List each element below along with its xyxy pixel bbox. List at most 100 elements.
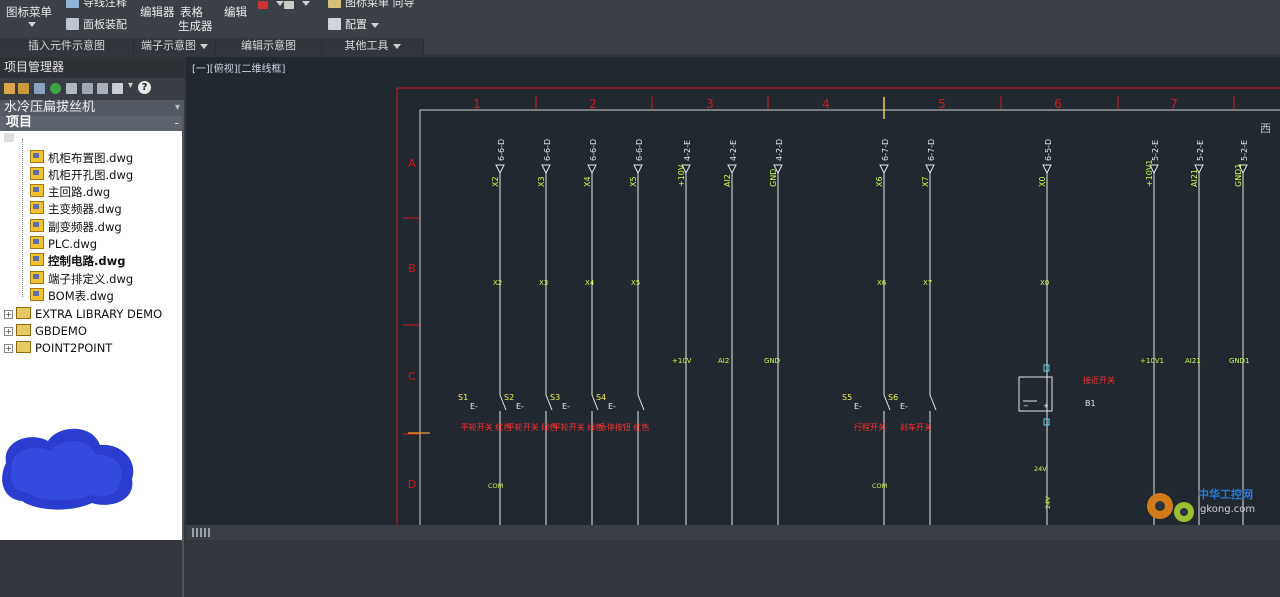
wire-arrow-icon [1042, 164, 1052, 175]
wire-tag: AI2 [723, 174, 732, 187]
wire-reference: 5-2-E [1196, 140, 1205, 161]
edit-button[interactable]: 编辑 [224, 4, 247, 20]
dwg-file-icon [30, 150, 44, 163]
open-project-icon[interactable] [4, 83, 15, 94]
switch-label: 平轮开关 绿色 [553, 422, 604, 432]
properties-icon[interactable] [34, 83, 45, 94]
watermark-title: 中华工控网 [1198, 487, 1253, 501]
wire-reference: 6-6-D [589, 139, 598, 161]
tree-project-item[interactable]: + GBDEMO [4, 323, 87, 340]
project-icon [16, 324, 31, 336]
project-section-header[interactable]: 项目 - [0, 115, 184, 131]
wire-reference: 6-6-D [497, 139, 506, 161]
wire-arrow-icon [541, 164, 551, 175]
editor-button[interactable]: 编辑器 [140, 4, 175, 20]
chevron-down-icon[interactable]: ▾ [128, 80, 133, 91]
wire-arrow-icon [727, 164, 737, 175]
tree-file-item[interactable]: 副变频器.dwg [30, 219, 122, 236]
dwg-file-icon [30, 167, 44, 180]
panel-title: 编辑示意图 [216, 38, 322, 54]
wire-low-tag: GND [764, 357, 780, 365]
wire-annotation-button[interactable]: 导线注释 [66, 0, 127, 10]
project-root-icon [4, 133, 14, 142]
wire-reference: 6-7-D [881, 139, 890, 161]
tree-file-item-active[interactable]: 控制电路.dwg [30, 253, 125, 270]
help-icon[interactable]: ? [138, 81, 151, 94]
switch-symbol: E- [900, 402, 908, 411]
tree-file-item[interactable]: 主变频器.dwg [30, 201, 122, 218]
project-toolbar: ▾ ? [0, 78, 184, 100]
panel-assembly-button[interactable]: 面板装配 [66, 16, 127, 32]
filter-icon [284, 1, 294, 9]
icon-menu-dropdown[interactable] [24, 17, 36, 31]
chevron-down-icon [276, 1, 284, 6]
wire-annotation-icon [66, 0, 79, 8]
refresh-icon[interactable] [50, 83, 61, 94]
plot-icon[interactable] [97, 83, 108, 94]
delete-tool-button[interactable] [258, 0, 284, 10]
wire-reference: 4-2-D [775, 139, 784, 161]
switch-label: 行程开关 [854, 422, 886, 432]
wire-reference: 6-6-D [543, 139, 552, 161]
com-tag: COM [872, 482, 887, 490]
panel-title-other[interactable]: 其他工具 [322, 38, 424, 54]
project-select[interactable]: 水冷压扁拔丝机 ▾ [0, 100, 184, 116]
watermark-url: gkong.com [1200, 504, 1255, 515]
dwg-file-icon [30, 288, 44, 301]
chevron-down-icon [371, 22, 379, 28]
project-select-value: 水冷压扁拔丝机 [4, 100, 96, 115]
tree-project-item[interactable]: + EXTRA LIBRARY DEMO [4, 306, 162, 323]
tree-file-item[interactable]: 主回路.dwg [30, 184, 110, 201]
wire-tag: X6 [875, 176, 884, 187]
switch-label: 平轮开关 绿色 [507, 422, 558, 432]
drawing-edge-text: 西 [1260, 122, 1271, 135]
expand-icon[interactable]: + [4, 310, 13, 319]
switch-label: 急停按钮 红色 [599, 422, 650, 432]
drag-grip[interactable] [192, 528, 212, 537]
publish-icon[interactable] [82, 83, 93, 94]
wire-arrow-icon [495, 164, 505, 175]
wire-low-tag: GND1 [1229, 357, 1250, 365]
switch-id: S1 [458, 393, 468, 402]
tree-file-item[interactable]: 机柜布置图.dwg [30, 150, 133, 167]
tree-file-item[interactable]: BOM表.dwg [30, 288, 114, 305]
panel-edit-schematic: 编辑 编辑示意图 [216, 0, 322, 54]
chevron-down-icon [302, 1, 310, 6]
wire-tag: X0 [1038, 176, 1047, 187]
expand-icon[interactable]: + [4, 344, 13, 353]
project-icon [16, 307, 31, 319]
switch-symbol: E- [470, 402, 478, 411]
generator-button[interactable]: 生成器 [178, 18, 213, 34]
config-button[interactable]: 配置 [328, 16, 379, 32]
wire-tag: X7 [921, 176, 930, 187]
wire-tag: GND1 [1234, 164, 1243, 187]
tree-project-item[interactable]: + POINT2POINT [4, 340, 112, 357]
wire-tag: X5 [629, 176, 638, 187]
wire-tag: X3 [537, 176, 546, 187]
wire-arrow-icon [925, 164, 935, 175]
tree-file-item[interactable]: 机柜开孔图.dwg [30, 167, 133, 184]
task-list-icon[interactable] [112, 83, 123, 94]
delete-icon [258, 1, 268, 9]
tree-file-item[interactable]: PLC.dwg [30, 236, 97, 253]
wire-tag: X2 [491, 176, 500, 187]
viewport-control[interactable]: [一][俯视][二维线框] [192, 60, 285, 75]
column-number: 4 [822, 97, 830, 111]
switch-id: S3 [550, 393, 560, 402]
tree-file-item[interactable]: 端子排定义.dwg [30, 271, 133, 288]
project-tree-scrollbar[interactable] [182, 114, 184, 597]
column-number: 1 [473, 97, 481, 111]
icon-menu-wizard-button[interactable]: 图标菜单 向导 [328, 0, 415, 10]
project-manager: 项目管理器 ▾ ? 水冷压扁拔丝机 ▾ 项目 - 机柜布置图.dwg 机柜开孔图… [0, 57, 188, 597]
project-icon [16, 341, 31, 353]
filter-tool-button[interactable] [284, 0, 310, 10]
drawing-canvas[interactable]: 1 2 3 4 5 6 7 A B C D 西 6-6-D X2 X2 6-6-D X3 X3 6-6-D X4 X4 6… [186, 57, 1280, 525]
wire-tag: +10V [677, 164, 686, 187]
new-project-icon[interactable] [18, 83, 29, 94]
expand-icon[interactable]: + [4, 327, 13, 336]
panel-other-tools: 图标菜单 向导 配置 其他工具 [322, 0, 424, 54]
panel-title-terminal[interactable]: 端子示意图 [134, 38, 216, 54]
section-title: 项目 [6, 115, 33, 130]
project-settings-icon[interactable] [66, 83, 77, 94]
panel-assembly-icon [66, 18, 79, 30]
